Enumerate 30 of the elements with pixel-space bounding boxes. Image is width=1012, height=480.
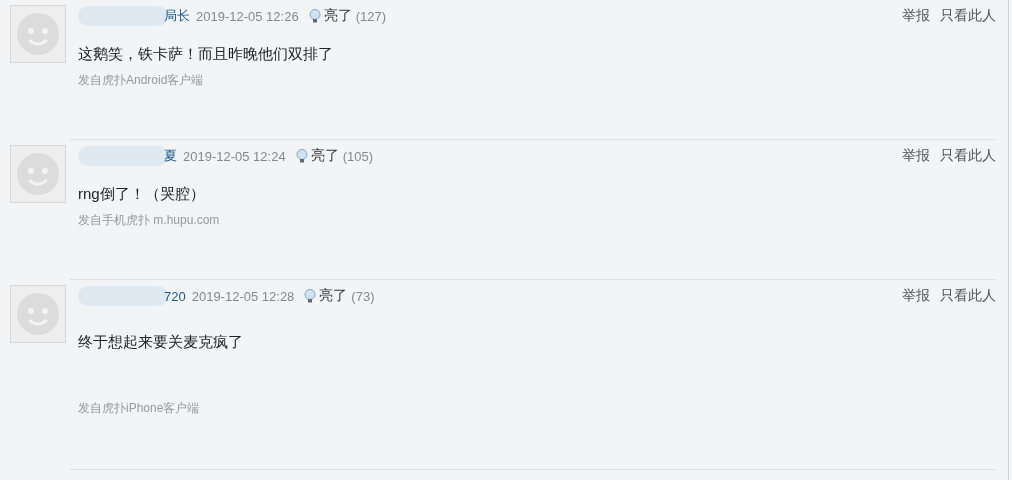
username[interactable]: 720 [164,288,186,304]
post-source: 发自手机虎扑 m.hupu.com [78,212,221,229]
post-time: 2019-12-05 12:28 [191,288,295,304]
lightbulb-icon[interactable] [304,289,317,303]
post-time: 2019-12-05 12:26 [196,8,299,24]
action-link[interactable]: 举报 [902,147,930,165]
comment-text: 终于想起来要关麦克疯了 [78,333,244,352]
light-count: (127) [355,8,386,24]
avatar-icon [10,145,66,203]
avatar-icon [10,5,66,63]
action-link[interactable]: 举报 [902,7,930,25]
username[interactable]: 局长 [164,7,190,25]
light-count: (73) [351,288,375,304]
post-source: 发自虎扑iPhone客户端 [78,400,201,417]
comment-text: rng倒了！（哭腔） [78,185,206,204]
light-label[interactable]: 亮了 [323,7,352,25]
post-time: 2019-12-05 12:24 [183,148,286,164]
username[interactable]: 夏 [164,147,177,165]
action-link[interactable]: 只看此人 [940,287,996,305]
post-source: 发自虎扑Android客户端 [78,72,205,89]
action-link[interactable]: 只看此人 [940,7,996,25]
comment-text: 这鹅笑，铁卡萨！而且昨晚他们双排了 [78,45,334,64]
avatar-icon [10,285,66,343]
light-label[interactable]: 亮了 [310,147,339,165]
lightbulb-icon[interactable] [308,9,321,23]
light-count: (105) [342,148,373,164]
lightbulb-icon[interactable] [295,149,308,163]
action-link[interactable]: 只看此人 [940,147,996,165]
action-link[interactable]: 举报 [902,287,930,305]
light-label[interactable]: 亮了 [319,287,348,305]
